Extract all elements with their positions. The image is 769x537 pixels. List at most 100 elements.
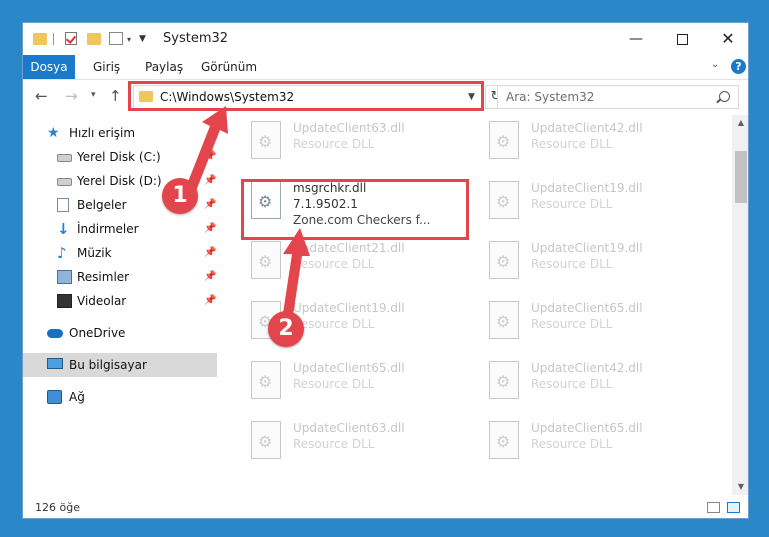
new-folder-icon[interactable] [87, 33, 101, 45]
file-item[interactable]: UpdateClient21.dll Resource DLL [243, 235, 468, 289]
tab-paylas[interactable]: Paylaş [145, 55, 183, 79]
file-item[interactable]: UpdateClient42.dll Resource DLL [481, 115, 706, 169]
scroll-up-icon[interactable]: ▲ [732, 115, 748, 131]
sidebar-item-quick-access[interactable]: ★ Hızlı erişim [23, 121, 217, 145]
maximize-icon [676, 33, 688, 45]
back-button[interactable]: ← [35, 87, 48, 105]
scroll-down-icon[interactable]: ▼ [732, 479, 748, 495]
sidebar-item-downloads[interactable]: ↓ İndirmeler 📌 [23, 217, 217, 241]
file-name: UpdateClient65.dll [531, 421, 643, 435]
tab-dosya[interactable]: Dosya [23, 55, 75, 79]
sidebar-item-label: Bu bilgisayar [69, 358, 147, 372]
file-item[interactable]: UpdateClient63.dll Resource DLL [243, 415, 468, 469]
address-highlight-box [128, 81, 484, 111]
sidebar-item-label: Ağ [69, 390, 85, 404]
maximize-button[interactable] [659, 23, 705, 55]
up-button[interactable]: ↑ [109, 87, 122, 105]
pin-icon[interactable]: 📌 [204, 289, 216, 313]
file-description: Resource DLL [531, 317, 613, 331]
file-name: UpdateClient63.dll [293, 121, 405, 135]
search-input[interactable]: Ara: System32 [497, 85, 739, 109]
file-description: Resource DLL [531, 197, 613, 211]
file-item[interactable]: UpdateClient65.dll Resource DLL [243, 355, 468, 409]
separator [53, 33, 54, 45]
sidebar-item-label: İndirmeler [77, 222, 139, 236]
vertical-scrollbar[interactable]: ▲ ▼ [732, 115, 748, 495]
file-item[interactable]: UpdateClient42.dll Resource DLL [481, 355, 706, 409]
chevron-down-icon[interactable]: ▾ [127, 35, 131, 51]
dll-file-icon [489, 421, 519, 459]
large-icons-view-icon[interactable] [727, 502, 740, 513]
file-description: Resource DLL [293, 437, 375, 451]
pin-icon[interactable]: 📌 [204, 265, 216, 289]
dll-file-icon [251, 361, 281, 399]
view-properties-icon[interactable] [109, 32, 123, 45]
file-name: UpdateClient42.dll [531, 361, 643, 375]
scroll-thumb[interactable] [735, 151, 747, 203]
item-count: 126 öğe [35, 501, 80, 514]
file-name: UpdateClient19.dll [293, 301, 405, 315]
sidebar-item-label: Belgeler [77, 198, 127, 212]
expand-ribbon-icon[interactable]: ⌄ [711, 59, 719, 70]
file-item[interactable]: UpdateClient65.dll Resource DLL [481, 295, 706, 349]
computer-icon [47, 358, 63, 369]
network-icon [47, 390, 62, 404]
sidebar-item-label: Videolar [77, 294, 127, 308]
folder-icon [33, 33, 47, 45]
pin-icon[interactable]: 📌 [204, 217, 216, 241]
dll-file-icon [489, 241, 519, 279]
pin-icon[interactable]: 📌 [204, 145, 216, 169]
sidebar-item-this-pc[interactable]: Bu bilgisayar [23, 353, 217, 377]
video-icon [57, 294, 72, 308]
sidebar-item-music[interactable]: ♪ Müzik 📌 [23, 241, 217, 265]
ribbon: Dosya Giriş Paylaş Görünüm ⌄ ? [23, 55, 748, 80]
file-name: UpdateClient21.dll [293, 241, 405, 255]
sidebar-item-label: Hızlı erişim [69, 126, 136, 140]
file-description: Resource DLL [293, 257, 375, 271]
minimize-button[interactable]: — [613, 23, 659, 55]
file-description: Resource DLL [293, 377, 375, 391]
file-description: Resource DLL [531, 137, 613, 151]
help-button[interactable]: ? [731, 59, 746, 74]
file-description: Resource DLL [531, 437, 613, 451]
dll-file-icon [489, 301, 519, 339]
file-name: UpdateClient65.dll [531, 301, 643, 315]
drive-icon [57, 154, 72, 162]
sidebar-item-onedrive[interactable]: OneDrive [23, 321, 217, 345]
file-item[interactable]: UpdateClient65.dll Resource DLL [481, 415, 706, 469]
recent-locations-button[interactable]: ▾ [91, 90, 96, 100]
pin-icon[interactable]: 📌 [204, 241, 216, 265]
sidebar-item-label: OneDrive [69, 326, 126, 340]
sidebar-item-label: Yerel Disk (C:) [77, 150, 161, 164]
sidebar-item-disk-c[interactable]: Yerel Disk (C:) 📌 [23, 145, 217, 169]
dll-file-icon [251, 421, 281, 459]
sidebar-item-label: Müzik [77, 246, 112, 260]
file-description: Resource DLL [531, 257, 613, 271]
file-highlight-box [241, 179, 469, 240]
sidebar-item-pictures[interactable]: Resimler 📌 [23, 265, 217, 289]
tab-giris[interactable]: Giriş [93, 55, 120, 79]
file-item[interactable]: UpdateClient19.dll Resource DLL [481, 235, 706, 289]
dll-file-icon [489, 181, 519, 219]
customize-toolbar-icon[interactable]: ▼ [139, 34, 146, 50]
close-button[interactable]: ✕ [705, 23, 748, 55]
file-name: UpdateClient19.dll [531, 241, 643, 255]
forward-button[interactable]: → [65, 87, 78, 105]
search-icon [719, 91, 730, 102]
pin-icon[interactable]: 📌 [204, 193, 216, 217]
sidebar-item-videos[interactable]: Videolar 📌 [23, 289, 217, 313]
drive-icon [57, 178, 72, 186]
sidebar-item-label: Yerel Disk (D:) [77, 174, 162, 188]
file-item[interactable]: UpdateClient19.dll Resource DLL [481, 175, 706, 229]
document-icon [57, 198, 69, 212]
tab-gorunum[interactable]: Görünüm [201, 55, 257, 79]
pin-icon[interactable]: 📌 [204, 169, 216, 193]
file-description: Resource DLL [293, 137, 375, 151]
details-view-icon[interactable] [707, 502, 720, 513]
properties-check-icon[interactable] [65, 32, 77, 45]
sidebar-item-network[interactable]: Ağ [23, 385, 217, 409]
search-placeholder: Ara: System32 [506, 90, 595, 104]
dll-file-icon [251, 241, 281, 279]
step-badge-2: 2 [268, 311, 304, 347]
file-item[interactable]: UpdateClient63.dll Resource DLL [243, 115, 468, 169]
